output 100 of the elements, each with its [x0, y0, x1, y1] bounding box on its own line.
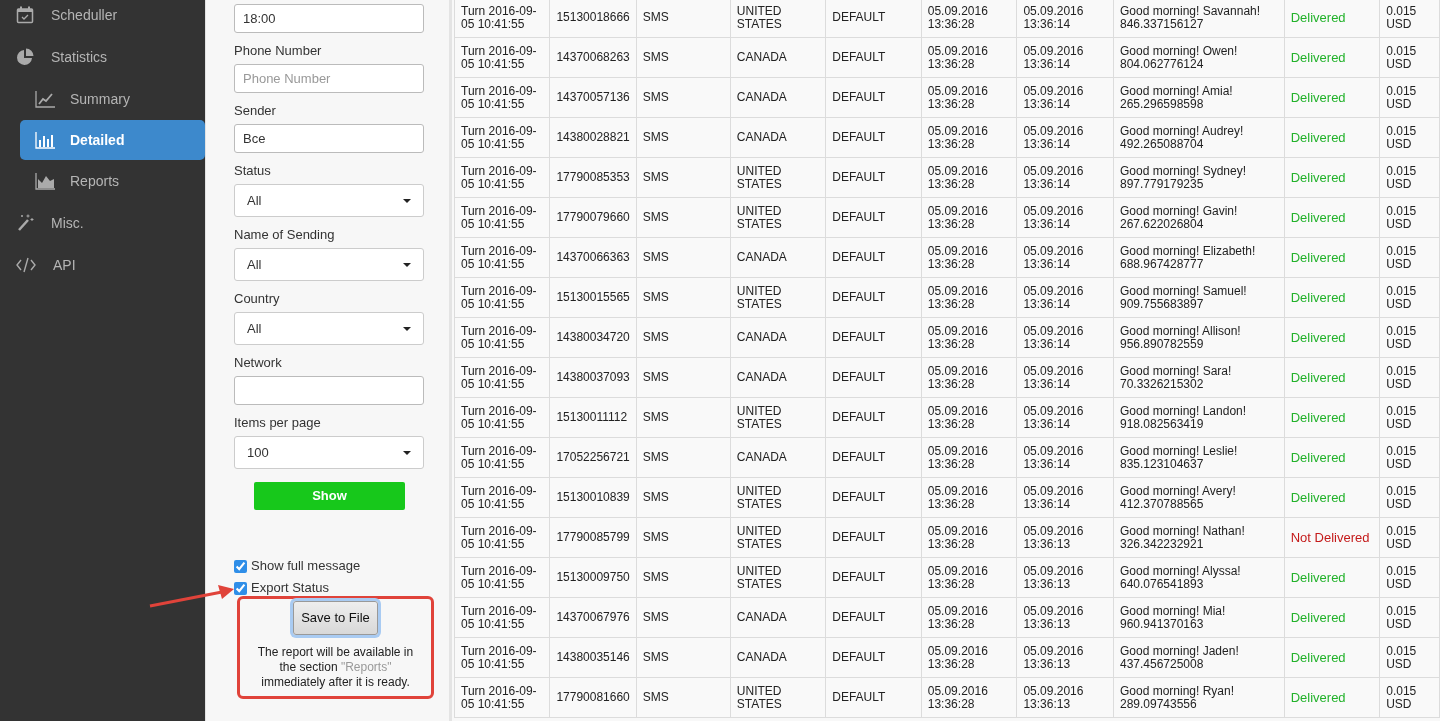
table-cell: 05.09.2016 13:36:28	[921, 557, 1017, 598]
table-cell: 05.09.2016 13:36:28	[921, 117, 1017, 158]
table-cell: Good morning! Landon! 918.082563419	[1113, 397, 1285, 438]
table-cell: Turn 2016-09-05 10:41:55	[454, 557, 550, 598]
field-label: Sender	[234, 102, 277, 120]
status-cell: Delivered	[1284, 117, 1380, 158]
table-cell: CANADA	[730, 37, 826, 78]
sidebar-item[interactable]: Detailed	[20, 120, 205, 160]
table-cell: Turn 2016-09-05 10:41:55	[454, 637, 550, 678]
table-cell: SMS	[636, 37, 731, 78]
table-cell: UNITED STATES	[730, 557, 826, 598]
table-cell: 05.09.2016 13:36:28	[921, 317, 1017, 358]
table-cell: Good morning! Samuel! 909.755683897	[1113, 277, 1285, 318]
table-cell: 14370067976	[549, 597, 637, 638]
report-note: The report will be available in the section "Reports" immediately after it is ready.	[256, 644, 415, 690]
table-cell: SMS	[636, 197, 731, 238]
table-cell: UNITED STATES	[730, 517, 826, 558]
line-chart-icon	[35, 90, 55, 108]
table-cell: 05.09.2016 13:36:13	[1016, 557, 1114, 598]
status-cell: Delivered	[1284, 0, 1380, 38]
table-cell: SMS	[636, 557, 731, 598]
table-cell: Good morning! Sara! 70.3326215302	[1113, 357, 1285, 398]
table-cell: SMS	[636, 157, 731, 198]
sidebar-item[interactable]: Scheduller	[0, 0, 205, 36]
table-cell: Turn 2016-09-05 10:41:55	[454, 397, 550, 438]
table-cell: 05.09.2016 13:36:14	[1016, 277, 1114, 318]
sidebar-item[interactable]: Misc.	[0, 202, 205, 244]
table-cell: SMS	[636, 397, 731, 438]
dropdown-field[interactable]: All	[234, 312, 424, 345]
sidebar-item[interactable]: Reports	[20, 161, 205, 201]
table-cell: SMS	[636, 117, 731, 158]
table-cell: DEFAULT	[825, 237, 922, 278]
table-cell: UNITED STATES	[730, 477, 826, 518]
sidebar-item[interactable]: API	[0, 244, 205, 286]
table-cell: 0.015 USD	[1379, 0, 1440, 38]
table-cell: SMS	[636, 317, 731, 358]
table-cell: 05.09.2016 13:36:28	[921, 0, 1017, 38]
table-cell: 0.015 USD	[1379, 237, 1440, 278]
text-field[interactable]: 18:00	[234, 4, 424, 33]
table-cell: 14380035146	[549, 637, 637, 678]
magic-wand-icon	[16, 214, 34, 232]
status-cell: Delivered	[1284, 197, 1380, 238]
text-field[interactable]	[234, 376, 424, 405]
table-cell: 0.015 USD	[1379, 317, 1440, 358]
pie-chart-icon	[16, 48, 34, 66]
table-cell: CANADA	[730, 637, 826, 678]
text-field[interactable]: Phone Number	[234, 64, 424, 93]
table-cell: SMS	[636, 0, 731, 38]
table-cell: Good morning! Mia! 960.941370163	[1113, 597, 1285, 638]
table-cell: Good morning! Allison! 956.890782559	[1113, 317, 1285, 358]
table-cell: Good morning! Avery! 412.370788565	[1113, 477, 1285, 518]
status-cell: Delivered	[1284, 357, 1380, 398]
table-cell: 05.09.2016 13:36:14	[1016, 477, 1114, 518]
table-cell: Turn 2016-09-05 10:41:55	[454, 77, 550, 118]
table-cell: Turn 2016-09-05 10:41:55	[454, 477, 550, 518]
table-cell: SMS	[636, 277, 731, 318]
status-cell: Delivered	[1284, 437, 1380, 478]
checkbox-label: Export Status	[251, 579, 330, 598]
table-cell: 05.09.2016 13:36:28	[921, 597, 1017, 638]
table-cell: DEFAULT	[825, 437, 922, 478]
table-cell: 05.09.2016 13:36:13	[1016, 677, 1114, 718]
table-cell: 17790079660	[549, 197, 637, 238]
checkbox[interactable]	[234, 559, 247, 573]
table-cell: 05.09.2016 13:36:13	[1016, 637, 1114, 678]
table-cell: Good morning! Savannah! 846.337156127	[1113, 0, 1285, 38]
table-cell: SMS	[636, 637, 731, 678]
table-cell: DEFAULT	[825, 37, 922, 78]
status-cell: Delivered	[1284, 317, 1380, 358]
calendar-icon	[16, 6, 34, 24]
table-cell: 05.09.2016 13:36:28	[921, 517, 1017, 558]
table-cell: Good morning! Nathan! 326.342232921	[1113, 517, 1285, 558]
checkbox[interactable]	[234, 581, 247, 595]
table-cell: UNITED STATES	[730, 397, 826, 438]
table-cell: DEFAULT	[825, 637, 922, 678]
table-cell: DEFAULT	[825, 277, 922, 318]
table-cell: Turn 2016-09-05 10:41:55	[454, 277, 550, 318]
table-cell: 14380028821	[549, 117, 637, 158]
table-cell: CANADA	[730, 437, 826, 478]
table-cell: 05.09.2016 13:36:28	[921, 197, 1017, 238]
sidebar-item[interactable]: Summary	[20, 79, 205, 119]
status-cell: Delivered	[1284, 677, 1380, 718]
sidebar-item[interactable]: Statistics	[0, 36, 205, 78]
dropdown-field[interactable]: 100	[234, 436, 424, 469]
table-cell: Good morning! Owen! 804.062776124	[1113, 37, 1285, 78]
dropdown-field[interactable]: All	[234, 184, 424, 217]
table-cell: 05.09.2016 13:36:14	[1016, 437, 1114, 478]
save-to-file-button[interactable]: Save to File	[293, 601, 378, 635]
table-cell: 17790085353	[549, 157, 637, 198]
dropdown-field[interactable]: All	[234, 248, 424, 281]
table-cell: Turn 2016-09-05 10:41:55	[454, 597, 550, 638]
table-cell: SMS	[636, 77, 731, 118]
table-cell: 05.09.2016 13:36:28	[921, 397, 1017, 438]
table-cell: 14380037093	[549, 357, 637, 398]
table-cell: DEFAULT	[825, 397, 922, 438]
table-cell: Good morning! Alyssa! 640.076541893	[1113, 557, 1285, 598]
table-cell: 15130009750	[549, 557, 637, 598]
table-cell: Good morning! Ryan! 289.09743556	[1113, 677, 1285, 718]
text-field[interactable]: Bce	[234, 124, 424, 153]
table-cell: 05.09.2016 13:36:28	[921, 477, 1017, 518]
table-cell: 05.09.2016 13:36:14	[1016, 77, 1114, 118]
